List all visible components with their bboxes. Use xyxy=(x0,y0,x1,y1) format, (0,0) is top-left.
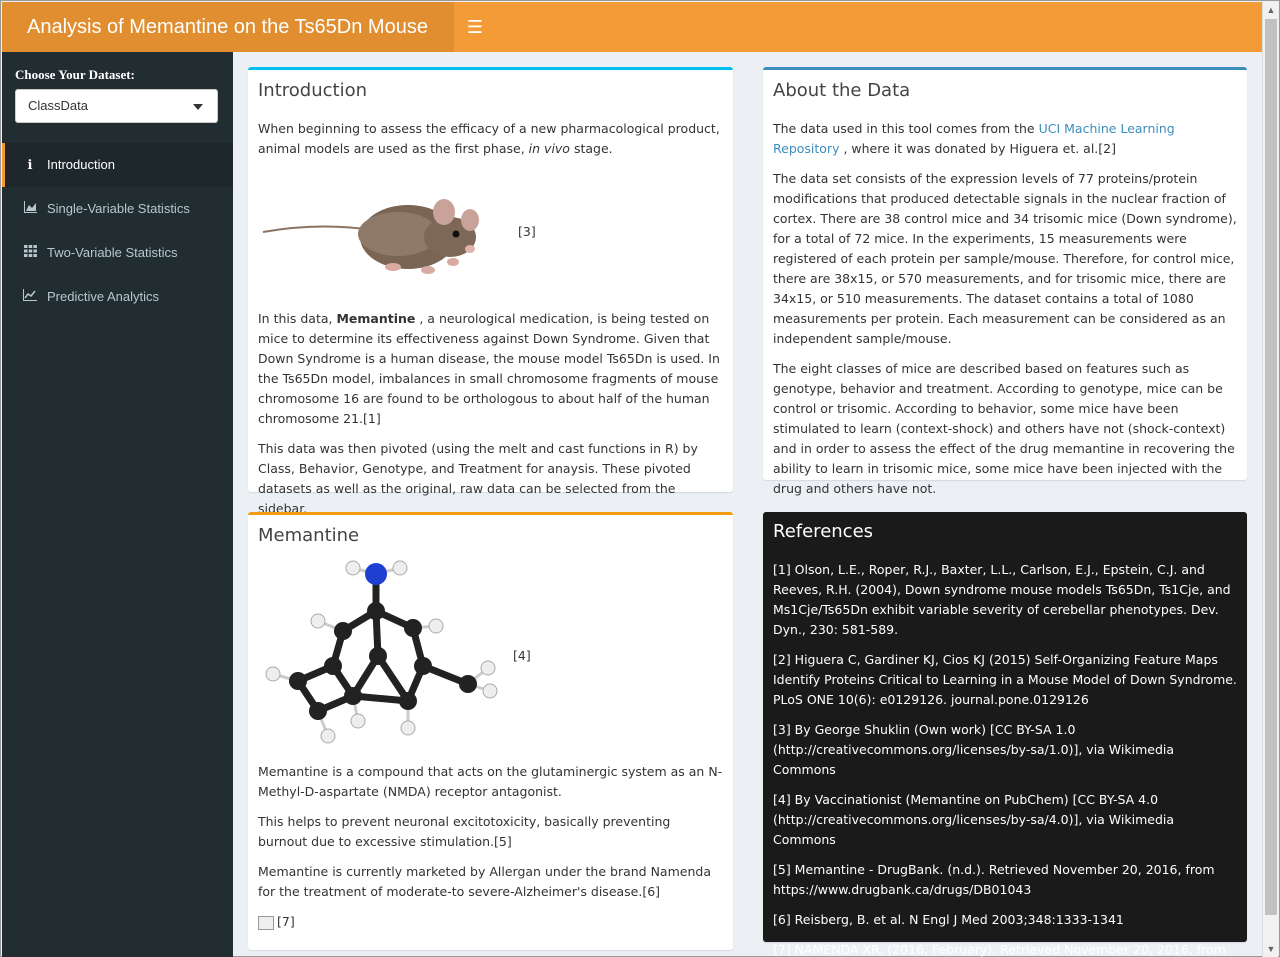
references-title: References xyxy=(773,521,874,542)
reference-item: [3] By George Shuklin (Own work) [CC BY-… xyxy=(773,722,1175,777)
caret-down-icon xyxy=(193,104,203,110)
app-window: Analysis of Memantine on the Ts65Dn Mous… xyxy=(0,0,1280,957)
sidebar-item-introduction[interactable]: ℹ Introduction xyxy=(2,143,233,187)
sidebar: Choose Your Dataset: ClassData ℹ Introdu… xyxy=(2,52,233,957)
grid-icon xyxy=(21,231,39,275)
dataset-select-value: ClassData xyxy=(28,98,88,113)
memantine-molecule-image xyxy=(265,560,498,744)
main-header: Analysis of Memantine on the Ts65Dn Mous… xyxy=(2,2,1263,52)
scroll-up-icon[interactable]: ▲ xyxy=(1263,2,1279,18)
intro-paragraph-2: In this data, Memantine , a neurological… xyxy=(258,311,720,426)
memantine-box: Memantine [4] Memantine is a compound th… xyxy=(248,512,733,950)
introduction-title: Introduction xyxy=(258,80,368,101)
about-paragraph-3: The eight classes of mice are described … xyxy=(773,361,1235,496)
sidebar-item-label: Predictive Analytics xyxy=(47,289,159,304)
memantine-paragraph-2: This helps to prevent neuronal excitotox… xyxy=(258,814,671,849)
sidebar-item-label: Two-Variable Statistics xyxy=(47,245,178,260)
app-title: Analysis of Memantine on the Ts65Dn Mous… xyxy=(2,2,454,52)
reference-item: [4] By Vaccinationist (Memantine on PubC… xyxy=(773,792,1175,847)
about-data-title: About the Data xyxy=(773,80,911,101)
intro-paragraph-1: When beginning to assess the efficacy of… xyxy=(258,121,720,156)
line-chart-icon xyxy=(21,275,39,319)
references-box: References [1] Olson, L.E., Roper, R.J.,… xyxy=(763,512,1247,957)
dataset-select[interactable]: ClassData xyxy=(15,89,218,123)
intro-paragraph-3: This data was then pivoted (using the me… xyxy=(258,441,698,516)
sidebar-item-two-variable-statistics[interactable]: Two-Variable Statistics xyxy=(2,231,233,275)
sidebar-item-label: Introduction xyxy=(47,157,115,172)
sidebar-item-single-variable-statistics[interactable]: Single-Variable Statistics xyxy=(2,187,233,231)
sidebar-item-predictive-analytics[interactable]: Predictive Analytics xyxy=(2,275,233,319)
mouse-image-citation: [3] xyxy=(518,224,536,239)
scroll-down-icon[interactable]: ▼ xyxy=(1263,941,1279,957)
molecule-image-citation: [4] xyxy=(513,648,531,663)
about-data-box: About the Data The data used in this too… xyxy=(763,67,1247,496)
reference-item: [6] Reisberg, B. et al. N Engl J Med 200… xyxy=(773,912,1124,927)
reference-item: [2] Higuera C, Gardiner KJ, Cios KJ (201… xyxy=(773,652,1237,707)
sidebar-item-label: Single-Variable Statistics xyxy=(47,201,190,216)
area-chart-icon xyxy=(21,187,39,231)
dataset-label: Choose Your Dataset: xyxy=(15,67,135,82)
vertical-scrollbar[interactable]: ▲ ▼ xyxy=(1262,2,1278,957)
about-paragraph-2: The data set consists of the expression … xyxy=(773,171,1237,346)
sidebar-toggle-button[interactable]: ☰ xyxy=(454,2,496,52)
introduction-box: Introduction When beginning to assess th… xyxy=(248,67,733,516)
info-icon: ℹ xyxy=(27,157,33,172)
memantine-paragraph-3: Memantine is currently marketed by Aller… xyxy=(258,864,711,899)
reference-item: [5] Memantine - DrugBank. (n.d.). Retrie… xyxy=(773,862,1215,897)
mouse-image xyxy=(262,199,479,274)
reference-item: [1] Olson, L.E., Roper, R.J., Baxter, L.… xyxy=(773,562,1231,637)
broken-image-icon xyxy=(258,915,274,930)
hamburger-icon: ☰ xyxy=(466,17,484,37)
scrollbar-thumb[interactable] xyxy=(1265,19,1277,915)
memantine-paragraph-4: [7] xyxy=(258,912,723,932)
memantine-title: Memantine xyxy=(258,525,360,546)
sidebar-menu: ℹ Introduction Single-Variable Statistic… xyxy=(2,143,233,319)
memantine-paragraph-1: Memantine is a compound that acts on the… xyxy=(258,764,723,799)
reference-item: [7] NAMENDA XR. (2016, February). Retrie… xyxy=(773,942,1226,957)
about-paragraph-1: The data used in this tool comes from th… xyxy=(773,121,1175,156)
